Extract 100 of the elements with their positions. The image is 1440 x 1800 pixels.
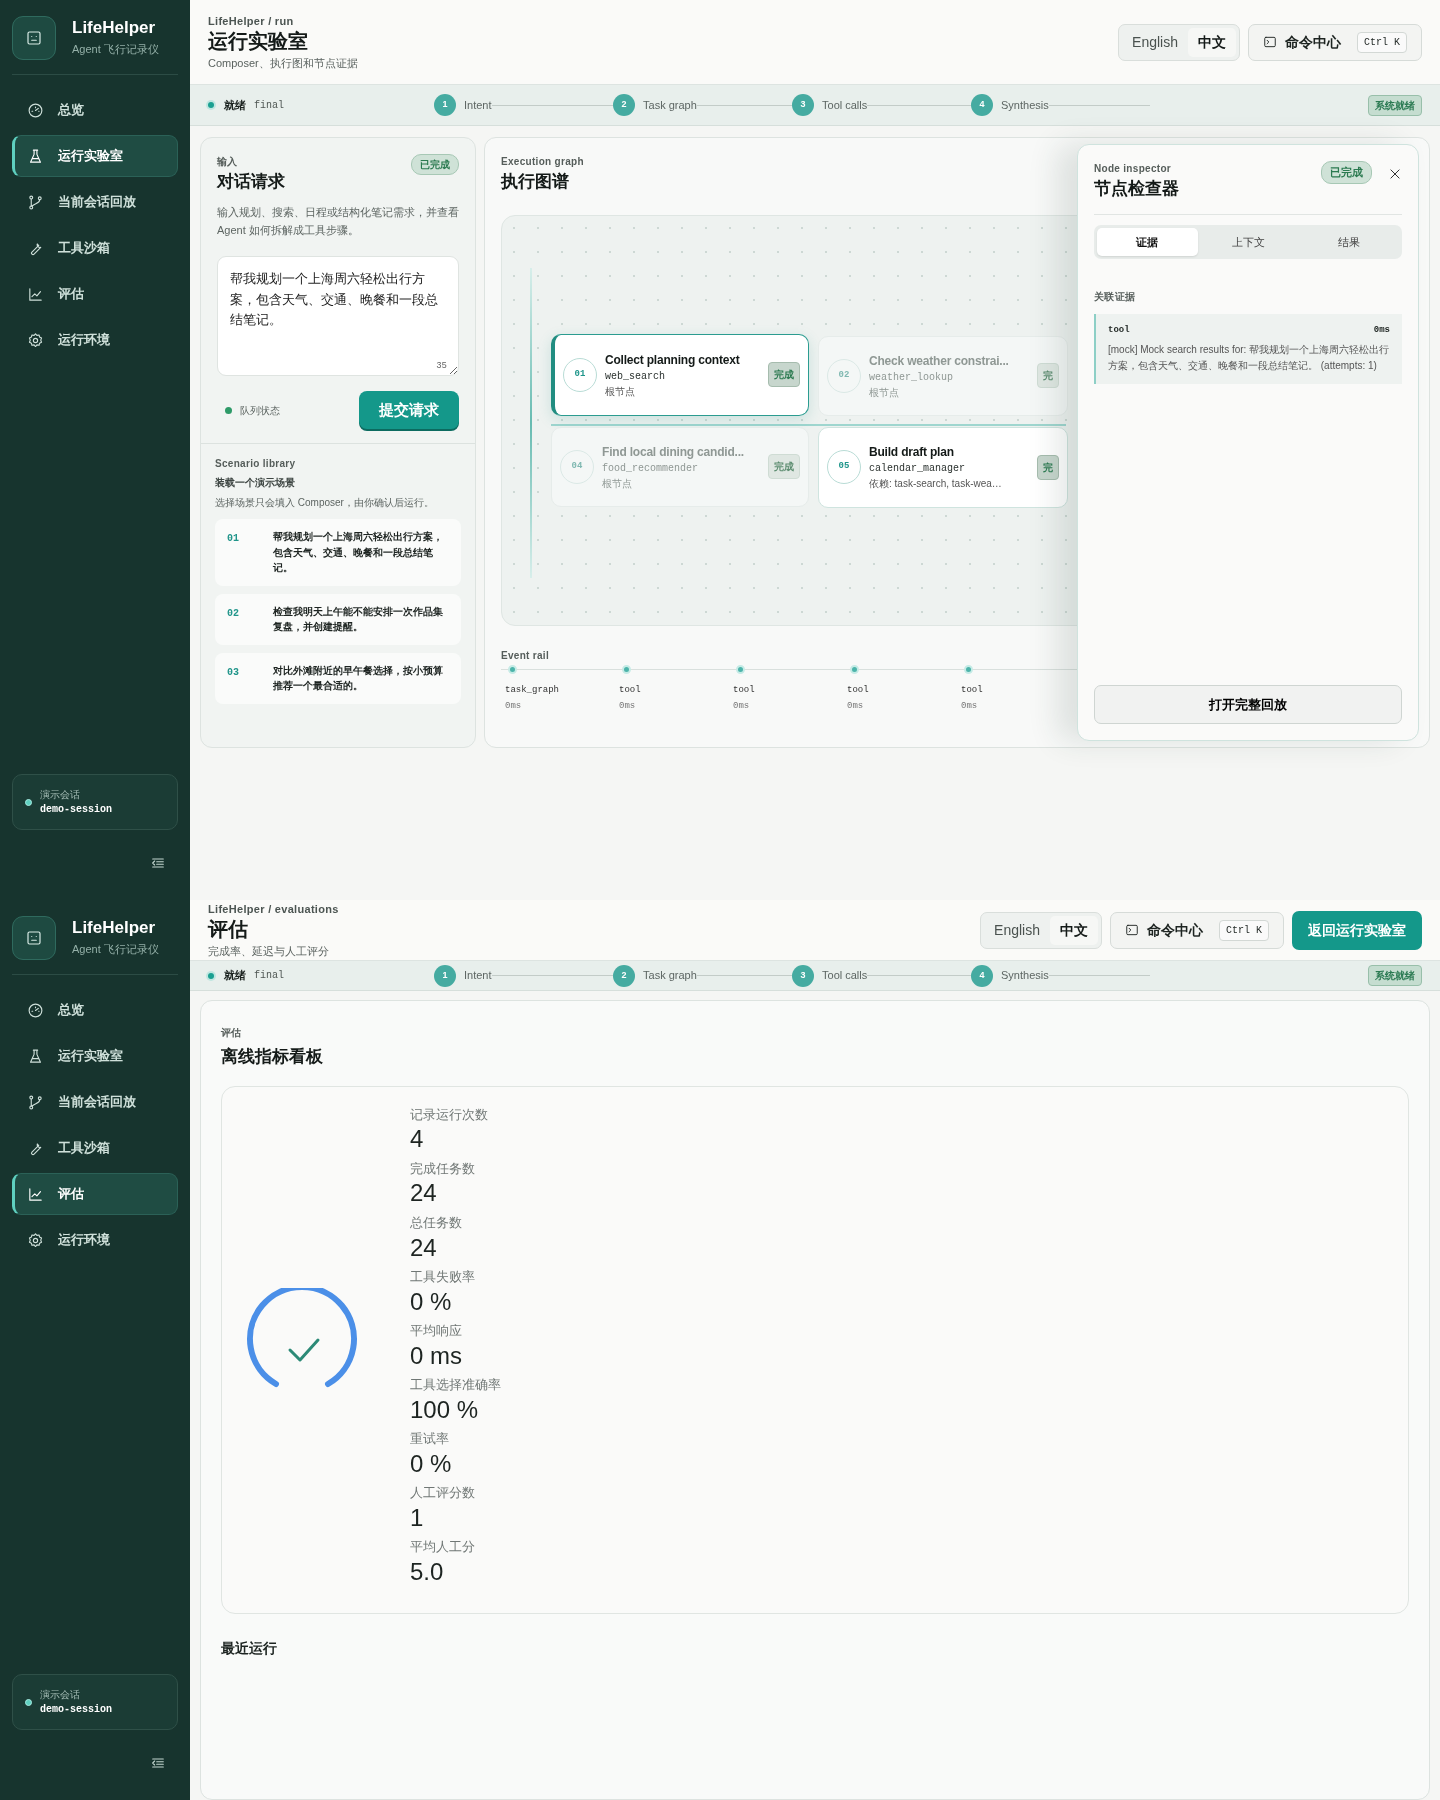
step-label: Task graph	[643, 97, 697, 113]
scenario-number: 01	[227, 532, 240, 547]
step-number: 4	[971, 94, 993, 116]
metric-label: 总任务数	[410, 1214, 463, 1232]
scenario-number: 02	[227, 606, 240, 621]
nav-item[interactable]: 评估	[12, 1173, 178, 1215]
inspector-tab[interactable]: 结果	[1298, 227, 1399, 256]
scenario-title: 装载一个演示场景	[215, 476, 296, 491]
event-type: tool	[847, 683, 870, 697]
metric-value: 4	[410, 1124, 425, 1155]
page-title: 运行实验室	[208, 29, 309, 53]
event-dot	[508, 664, 517, 674]
step-number: 3	[792, 964, 814, 987]
inspector-tab[interactable]: 上下文	[1197, 227, 1299, 256]
nav-item[interactable]: 总览	[12, 89, 178, 131]
nav-item[interactable]: 运行实验室	[12, 135, 178, 177]
panel-title: 离线指标看板	[221, 1046, 324, 1068]
brand-tagline: Agent 飞行记录仪	[72, 41, 159, 57]
step-label: Tool calls	[822, 97, 868, 113]
language-option[interactable]: English	[1122, 27, 1188, 57]
scenario-text: 对比外滩附近的早午餐选择，按小预算推荐一个最合适的。	[273, 663, 444, 694]
event-time: 0ms	[961, 700, 979, 713]
nav-item[interactable]: 工具沙箱	[12, 227, 178, 269]
status-badge: 已完成	[1321, 161, 1372, 184]
session-card[interactable]: 演示会话 demo-session	[12, 1674, 178, 1730]
command-center-button[interactable]: 命令中心 Ctrl K	[1248, 23, 1422, 61]
metric-label: 工具失败率	[410, 1268, 476, 1286]
event-dot	[964, 664, 973, 674]
graph-node[interactable]: 01 Collect planning context web_search 根节点 完成	[551, 333, 809, 416]
gear-icon	[27, 1231, 44, 1249]
gauge-icon	[27, 101, 44, 119]
metric-value: 5.0	[410, 1557, 445, 1587]
scenario-item[interactable]: 02 检查我明天上午能不能安排一次作品集复盘，并创建提醒。	[215, 593, 461, 645]
node-meta: 根节点	[605, 384, 636, 399]
language-option[interactable]: 中文	[1188, 27, 1236, 57]
step-number: 1	[434, 964, 456, 987]
brand-name: LifeHelper	[72, 18, 157, 38]
scenario-item[interactable]: 03 对比外滩附近的早午餐选择，按小预算推荐一个最合适的。	[215, 652, 461, 704]
close-icon[interactable]	[1388, 166, 1402, 181]
metric-label: 平均人工分	[410, 1539, 476, 1556]
step-label: Tool calls	[822, 968, 868, 984]
node-meta: 根节点	[602, 476, 633, 491]
branch-icon	[27, 193, 44, 211]
metric-value: 1	[410, 1502, 425, 1533]
node-tool: calendar_manager	[869, 462, 966, 476]
step-label: Intent	[464, 97, 492, 113]
section-eyebrow: 输入	[217, 155, 239, 169]
scenario-item[interactable]: 01 帮我规划一个上海周六轻松出行方案，包含天气、交通、晚餐和一段总结笔记。	[215, 519, 461, 586]
nav-item[interactable]: 当前会话回放	[12, 1081, 178, 1123]
line-chart-icon	[27, 1185, 44, 1203]
section-eyebrow: Event rail	[501, 648, 550, 663]
robot-icon	[25, 29, 43, 47]
metric-value: 24	[410, 1178, 438, 1209]
language-option[interactable]: 中文	[1050, 915, 1098, 945]
nav-item[interactable]: 总览	[12, 989, 178, 1031]
queue-status: 队列状态	[240, 403, 280, 418]
status-dot	[25, 1698, 32, 1706]
section-eyebrow: 评估	[221, 1026, 243, 1040]
inspector-tab[interactable]: 证据	[1097, 227, 1198, 256]
gauge-icon	[27, 1001, 44, 1019]
evidence-text: [mock] Mock search results for: 帮我规划一个上海周六轻松出行方案，包含天气、交通、晚餐和一段总结笔记。 (attempts: 1)	[1108, 342, 1390, 373]
metric-label: 记录运行次数	[410, 1106, 489, 1124]
nav-item[interactable]: 运行环境	[12, 319, 178, 361]
command-center-button[interactable]: 命令中心 Ctrl K	[1110, 911, 1284, 949]
back-button[interactable]: 返回运行实验室	[1292, 910, 1422, 950]
submit-button[interactable]: 提交请求	[359, 390, 459, 430]
system-badge: 系统就绪	[1368, 965, 1422, 987]
scenario-text: 帮我规划一个上海周六轻松出行方案，包含天气、交通、晚餐和一段总结笔记。	[273, 530, 444, 576]
open-replay-button[interactable]: 打开完整回放	[1094, 684, 1402, 724]
brand-tagline: Agent 飞行记录仪	[72, 941, 159, 957]
queue-dot	[225, 406, 232, 414]
nav-item[interactable]: 运行实验室	[12, 1035, 178, 1077]
nav-item[interactable]: 当前会话回放	[12, 181, 178, 223]
panel-title: 节点检查器	[1094, 178, 1179, 200]
section-eyebrow: Node inspector	[1094, 162, 1172, 176]
language-option[interactable]: English	[984, 915, 1050, 945]
section-eyebrow: Execution graph	[501, 155, 584, 169]
breadcrumb: LifeHelper / run	[208, 13, 295, 29]
metric-value: 24	[410, 1232, 438, 1263]
step-label: Synthesis	[1001, 97, 1049, 113]
event-time: 0ms	[847, 700, 865, 713]
brand-name: LifeHelper	[72, 918, 157, 938]
nav-item[interactable]: 运行环境	[12, 1219, 178, 1261]
event-time: 0ms	[619, 700, 637, 713]
step-number: 1	[434, 94, 456, 116]
event-type: tool	[619, 683, 642, 697]
session-card[interactable]: 演示会话 demo-session	[12, 774, 178, 830]
node-title: Build draft plan	[869, 444, 955, 461]
step-number: 3	[792, 94, 814, 116]
step-number: 4	[971, 964, 993, 987]
panel-description: 输入规划、搜索、日程或结构化笔记需求，并查看 Agent 如何拆解成工具步骤。	[217, 204, 459, 239]
flask-icon	[27, 1047, 44, 1065]
session-id: demo-session	[40, 803, 112, 817]
terminal-icon	[1263, 35, 1277, 49]
nav-item[interactable]: 评估	[12, 273, 178, 315]
status-dot	[208, 102, 214, 108]
terminal-icon	[1125, 923, 1139, 938]
graph-node[interactable]: 05 Build draft plan calendar_manager 依赖: task-search, task-wea… 完	[818, 426, 1068, 508]
robot-icon	[25, 929, 43, 947]
nav-item[interactable]: 工具沙箱	[12, 1127, 178, 1169]
